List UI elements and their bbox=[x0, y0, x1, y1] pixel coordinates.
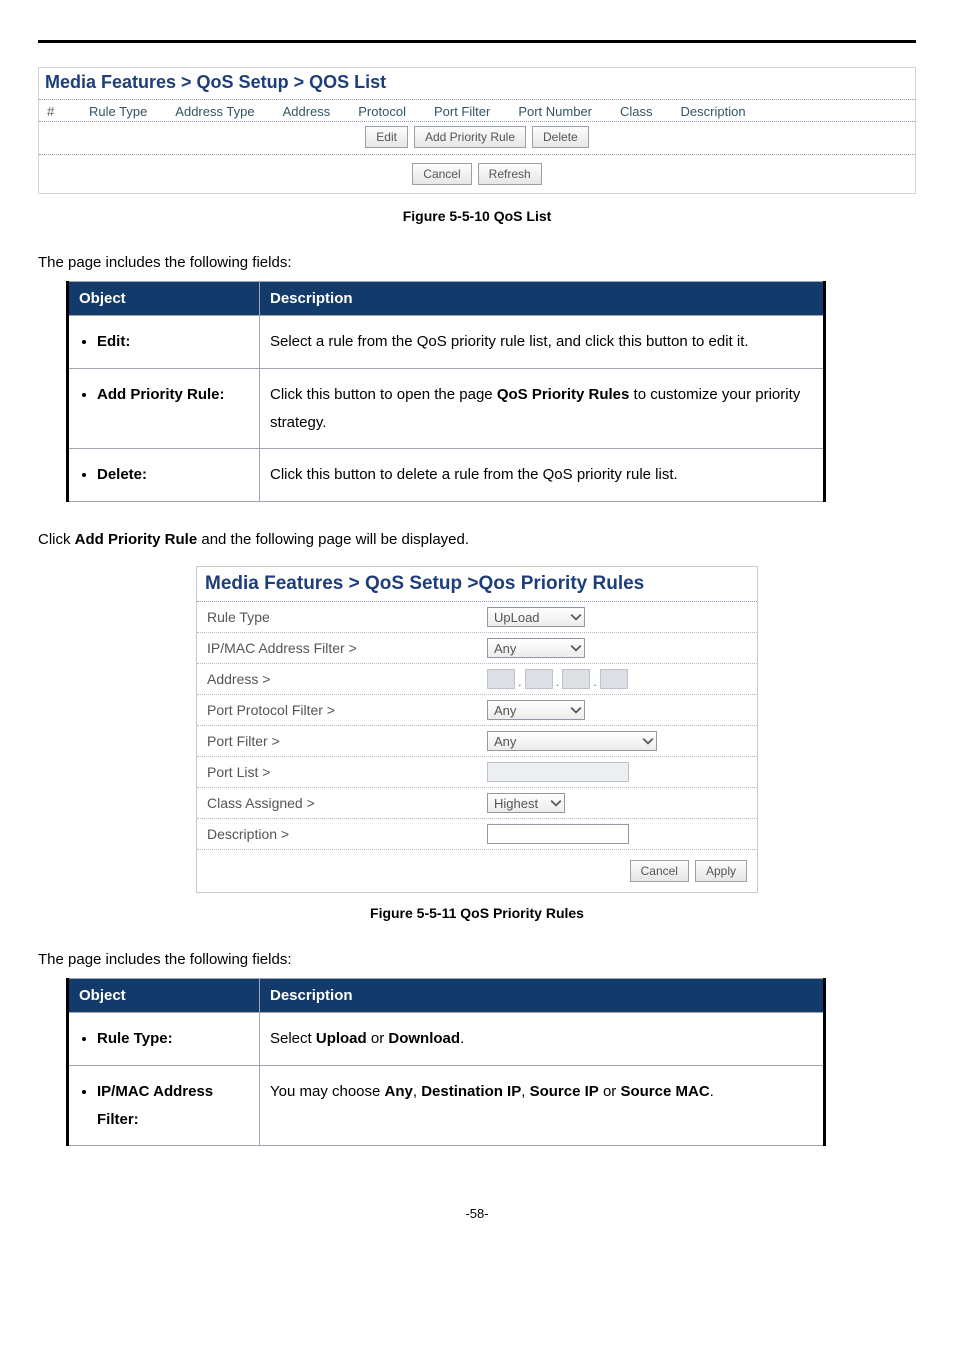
breadcrumb-qos-list: Media Features > QoS Setup > QOS List bbox=[39, 68, 915, 100]
table-row: Edit: Select a rule from the QoS priorit… bbox=[68, 316, 825, 369]
obj-edit: Edit: bbox=[97, 328, 249, 356]
ip-octet[interactable] bbox=[487, 669, 515, 689]
paragraph-add-priority: Click Add Priority Rule and the followin… bbox=[38, 528, 916, 552]
qos-priority-footer: Cancel Apply bbox=[197, 850, 757, 892]
figure-caption-2: Figure 5-5-11 QoS Priority Rules bbox=[38, 905, 916, 921]
label-rule-type: Rule Type bbox=[207, 609, 487, 625]
row-ipmac-filter: IP/MAC Address Filter > Any bbox=[197, 633, 757, 664]
qos-list-columns: # Rule Type Address Type Address Protoco… bbox=[39, 100, 915, 122]
intro-text-2: The page includes the following fields: bbox=[38, 951, 916, 968]
fields-table-2: Object Description Rule Type: Select Upl… bbox=[66, 978, 826, 1146]
label-ipmac-filter: IP/MAC Address Filter > bbox=[207, 640, 487, 656]
table-row: Delete: Click this button to delete a ru… bbox=[68, 449, 825, 502]
qos-priority-rules-panel: Media Features > QoS Setup >Qos Priority… bbox=[196, 566, 758, 893]
desc-rule-type: Select Upload or Download. bbox=[260, 1013, 825, 1066]
col-rule-type: Rule Type bbox=[89, 104, 147, 119]
row-port-protocol: Port Protocol Filter > Any bbox=[197, 695, 757, 726]
fields-table-1: Object Description Edit: Select a rule f… bbox=[66, 281, 826, 502]
rule-type-select[interactable]: UpLoad bbox=[487, 607, 585, 627]
row-port-list: Port List > bbox=[197, 757, 757, 788]
row-address: Address > . . . bbox=[197, 664, 757, 695]
label-address: Address > bbox=[207, 671, 487, 687]
row-port-filter: Port Filter > Any bbox=[197, 726, 757, 757]
apply-button[interactable]: Apply bbox=[695, 860, 747, 882]
table-row: Rule Type: Select Upload or Download. bbox=[68, 1013, 825, 1066]
th-object: Object bbox=[68, 282, 260, 316]
chevron-down-icon bbox=[550, 797, 562, 809]
chevron-down-icon bbox=[570, 704, 582, 716]
qos-list-button-row-2: Cancel Refresh bbox=[39, 155, 915, 193]
cancel-button[interactable]: Cancel bbox=[412, 163, 471, 185]
col-address: Address bbox=[283, 104, 331, 119]
class-assigned-select[interactable]: Highest bbox=[487, 793, 565, 813]
address-input[interactable]: . . . bbox=[487, 669, 628, 689]
ipmac-filter-select[interactable]: Any bbox=[487, 638, 585, 658]
col-port-filter: Port Filter bbox=[434, 104, 490, 119]
desc-add-priority-rule: Click this button to open the page QoS P… bbox=[260, 368, 825, 449]
ip-octet[interactable] bbox=[525, 669, 553, 689]
chevron-down-icon bbox=[570, 611, 582, 623]
description-input[interactable] bbox=[487, 824, 629, 844]
col-protocol: Protocol bbox=[358, 104, 406, 119]
table-row: Add Priority Rule: Click this button to … bbox=[68, 368, 825, 449]
col-address-type: Address Type bbox=[175, 104, 254, 119]
port-protocol-select[interactable]: Any bbox=[487, 700, 585, 720]
row-class-assigned: Class Assigned > Highest bbox=[197, 788, 757, 819]
qos-list-button-row-1: Edit Add Priority Rule Delete bbox=[39, 122, 915, 155]
chevron-down-icon bbox=[570, 642, 582, 654]
desc-edit: Select a rule from the QoS priority rule… bbox=[260, 316, 825, 369]
col-hash: # bbox=[47, 104, 61, 119]
top-rule bbox=[38, 40, 916, 43]
obj-rule-type: Rule Type: bbox=[97, 1025, 249, 1053]
label-port-filter: Port Filter > bbox=[207, 733, 487, 749]
obj-ipmac-filter: IP/MAC Address Filter: bbox=[97, 1078, 249, 1134]
obj-add-priority-rule: Add Priority Rule: bbox=[97, 381, 249, 409]
intro-text-1: The page includes the following fields: bbox=[38, 254, 916, 271]
th-description: Description bbox=[260, 979, 825, 1013]
add-priority-rule-button[interactable]: Add Priority Rule bbox=[414, 126, 526, 148]
obj-delete: Delete: bbox=[97, 461, 249, 489]
ip-octet[interactable] bbox=[562, 669, 590, 689]
label-port-list: Port List > bbox=[207, 764, 487, 780]
label-description: Description > bbox=[207, 826, 487, 842]
refresh-button[interactable]: Refresh bbox=[478, 163, 542, 185]
label-class-assigned: Class Assigned > bbox=[207, 795, 487, 811]
page-number: -58- bbox=[38, 1206, 916, 1221]
breadcrumb-qos-priority: Media Features > QoS Setup >Qos Priority… bbox=[197, 567, 757, 602]
delete-button[interactable]: Delete bbox=[532, 126, 589, 148]
label-port-protocol: Port Protocol Filter > bbox=[207, 702, 487, 718]
port-list-input[interactable] bbox=[487, 762, 629, 782]
col-port-number: Port Number bbox=[518, 104, 592, 119]
col-description: Description bbox=[681, 104, 746, 119]
qos-list-panel: Media Features > QoS Setup > QOS List # … bbox=[38, 67, 916, 194]
edit-button[interactable]: Edit bbox=[365, 126, 408, 148]
col-class: Class bbox=[620, 104, 653, 119]
figure-caption-1: Figure 5-5-10 QoS List bbox=[38, 208, 916, 224]
th-description: Description bbox=[260, 282, 825, 316]
desc-delete: Click this button to delete a rule from … bbox=[260, 449, 825, 502]
chevron-down-icon bbox=[642, 735, 654, 747]
table-row: IP/MAC Address Filter: You may choose An… bbox=[68, 1065, 825, 1146]
cancel-button[interactable]: Cancel bbox=[630, 860, 689, 882]
ip-octet[interactable] bbox=[600, 669, 628, 689]
port-filter-select[interactable]: Any bbox=[487, 731, 657, 751]
th-object: Object bbox=[68, 979, 260, 1013]
row-rule-type: Rule Type UpLoad bbox=[197, 602, 757, 633]
desc-ipmac-filter: You may choose Any, Destination IP, Sour… bbox=[260, 1065, 825, 1146]
row-description: Description > bbox=[197, 819, 757, 850]
